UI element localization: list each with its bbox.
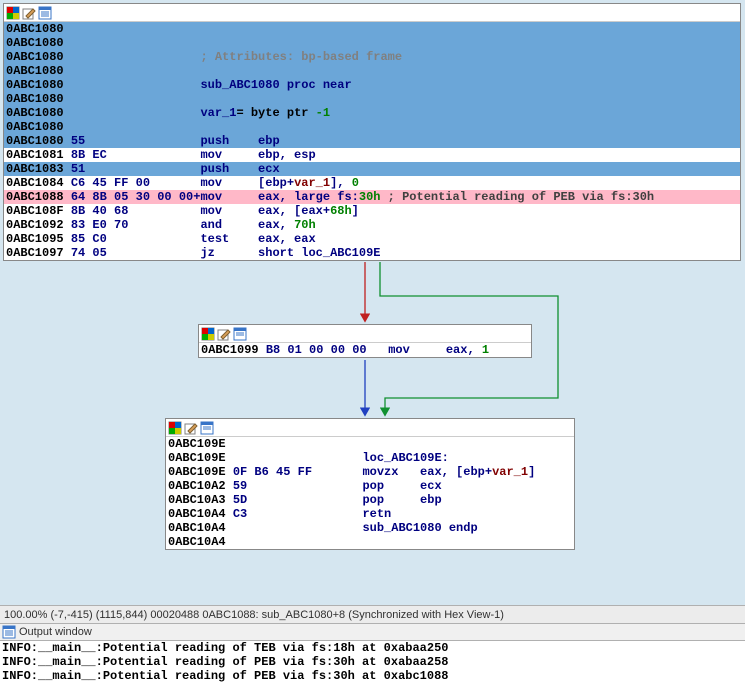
output-line: INFO:__main__:Potential reading of PEB v… (0, 655, 745, 669)
disasm-row[interactable]: 0ABC1080 ; Attributes: bp-based frame (4, 50, 740, 64)
window-icon (38, 6, 52, 20)
status-bar: 100.00% (-7,-415) (1115,844) 00020488 0A… (0, 605, 745, 623)
status-text: 100.00% (-7,-415) (1115,844) 00020488 0A… (4, 609, 504, 621)
disasm-row[interactable]: 0ABC1097 74 05 jz short loc_ABC109E (4, 246, 740, 260)
disasm-row[interactable]: 0ABC1080 (4, 92, 740, 106)
disasm-row[interactable]: 0ABC109E loc_ABC109E: (166, 451, 574, 465)
disasm-row[interactable]: 0ABC10A4 sub_ABC1080 endp (166, 521, 574, 535)
window-icon (200, 421, 214, 435)
output-title-label: Output window (19, 623, 92, 641)
disasm-row[interactable]: 0ABC1080 (4, 64, 740, 78)
node2-body[interactable]: 0ABC1099 B8 01 00 00 00 mov eax, 1 (199, 343, 531, 357)
disasm-row[interactable]: 0ABC1080 (4, 22, 740, 36)
disasm-graph-area[interactable]: 0ABC1080 0ABC1080 0ABC1080 ; Attributes:… (0, 0, 745, 604)
graph-node-main[interactable]: 0ABC1080 0ABC1080 0ABC1080 ; Attributes:… (3, 3, 741, 261)
disasm-row[interactable]: 0ABC1080 var_1= byte ptr -1 (4, 106, 740, 120)
node1-body[interactable]: 0ABC1080 0ABC1080 0ABC1080 ; Attributes:… (4, 22, 740, 260)
disasm-row[interactable]: 0ABC108F 8B 40 68 mov eax, [eax+68h] (4, 204, 740, 218)
disasm-row[interactable]: 0ABC1083 51 push ecx (4, 162, 740, 176)
disasm-row[interactable]: 0ABC1095 85 C0 test eax, eax (4, 232, 740, 246)
output-line: INFO:__main__:Potential reading of PEB v… (0, 669, 745, 683)
edit-icon (22, 6, 36, 20)
output-window-title[interactable]: Output window (0, 623, 745, 641)
disasm-row[interactable]: 0ABC1092 83 E0 70 and eax, 70h (4, 218, 740, 232)
node-header (4, 4, 740, 22)
disasm-row[interactable]: 0ABC1084 C6 45 FF 00 mov [ebp+var_1], 0 (4, 176, 740, 190)
graph-node-loc[interactable]: 0ABC109E 0ABC109E loc_ABC109E:0ABC109E 0… (165, 418, 575, 550)
color-icon (168, 421, 182, 435)
node-header (166, 419, 574, 437)
graph-node-branch1[interactable]: 0ABC1099 B8 01 00 00 00 mov eax, 1 (198, 324, 532, 358)
disasm-row[interactable]: 0ABC10A3 5D pop ebp (166, 493, 574, 507)
disasm-row[interactable]: 0ABC1099 B8 01 00 00 00 mov eax, 1 (199, 343, 531, 357)
disasm-row[interactable]: 0ABC1088 64 8B 05 30 00 00+mov eax, larg… (4, 190, 740, 204)
node3-body[interactable]: 0ABC109E 0ABC109E loc_ABC109E:0ABC109E 0… (166, 437, 574, 549)
disasm-row[interactable]: 0ABC1081 8B EC mov ebp, esp (4, 148, 740, 162)
disasm-row[interactable]: 0ABC10A2 59 pop ecx (166, 479, 574, 493)
node-header (199, 325, 531, 343)
color-icon (201, 327, 215, 341)
window-icon (233, 327, 247, 341)
output-line: INFO:__main__:Potential reading of TEB v… (0, 641, 745, 655)
edit-icon (217, 327, 231, 341)
disasm-row[interactable]: 0ABC10A4 (166, 535, 574, 549)
disasm-row[interactable]: 0ABC1080 (4, 36, 740, 50)
output-icon (2, 625, 16, 639)
edit-icon (184, 421, 198, 435)
disasm-row[interactable]: 0ABC1080 (4, 120, 740, 134)
disasm-row[interactable]: 0ABC109E 0F B6 45 FF movzx eax, [ebp+var… (166, 465, 574, 479)
output-window-body[interactable]: INFO:__main__:Potential Anti-VM techniqu… (0, 641, 745, 683)
disasm-row[interactable]: 0ABC10A4 C3 retn (166, 507, 574, 521)
color-icon (6, 6, 20, 20)
disasm-row[interactable]: 0ABC109E (166, 437, 574, 451)
disasm-row[interactable]: 0ABC1080 sub_ABC1080 proc near (4, 78, 740, 92)
disasm-row[interactable]: 0ABC1080 55 push ebp (4, 134, 740, 148)
